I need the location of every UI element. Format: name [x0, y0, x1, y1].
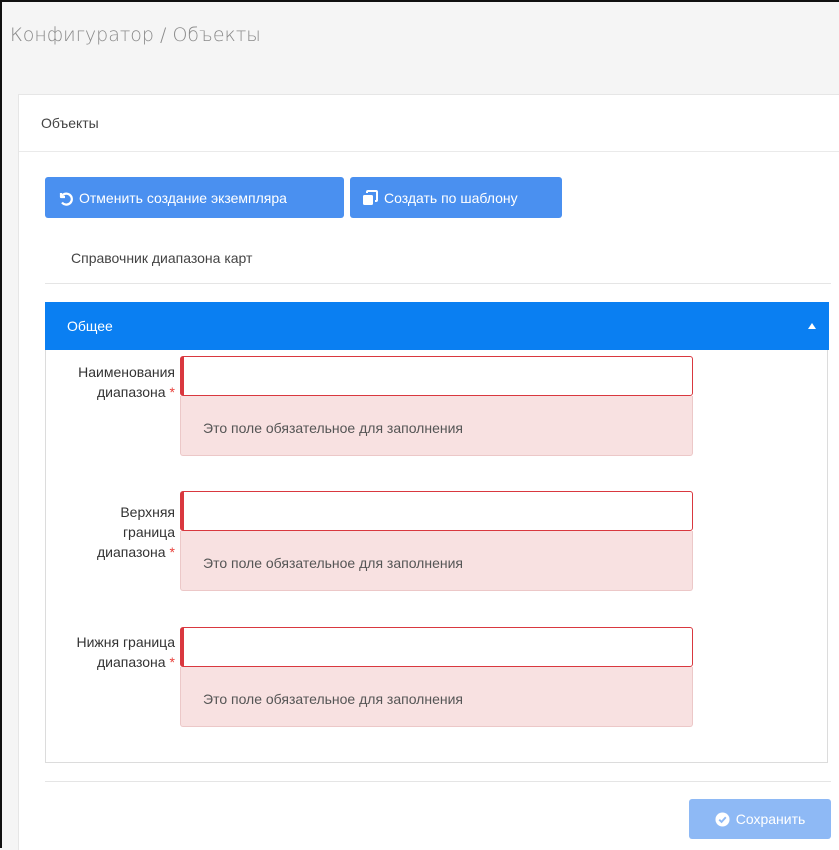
upper-bound-error: Это поле обязательное для заполнения: [180, 531, 693, 591]
lower-bound-input[interactable]: [180, 627, 693, 667]
lower-bound-label: Нижня граница диапазона *: [45, 632, 175, 672]
save-button[interactable]: Сохранить: [689, 799, 831, 839]
create-from-template-label: Создать по шаблону: [384, 189, 518, 206]
copy-icon: [363, 189, 378, 205]
section-title: Общее: [67, 318, 113, 334]
check-circle-icon: [715, 811, 730, 827]
label-line: Верхняя: [120, 504, 175, 520]
upper-bound-label: Верхняя граница диапазона *: [45, 502, 175, 562]
label-line: диапазона: [96, 384, 166, 400]
label-line: Наименования: [78, 364, 175, 380]
required-mark: *: [169, 544, 175, 560]
objects-card: Объекты Отменить создание экземпляра Соз…: [18, 94, 839, 850]
range-name-label: Наименования диапазона *: [45, 362, 175, 402]
triangle-up-icon[interactable]: [807, 322, 817, 330]
create-from-template-button[interactable]: Создать по шаблону: [350, 177, 562, 218]
label-line: диапазона: [96, 654, 166, 670]
cancel-instance-button[interactable]: Отменить создание экземпляра: [45, 177, 344, 218]
range-name-error: Это поле обязательное для заполнения: [180, 396, 693, 456]
object-type-title: Справочник диапазона карт: [71, 250, 253, 266]
range-name-input[interactable]: [180, 356, 693, 396]
card-title: Объекты: [19, 95, 839, 152]
divider: [45, 283, 831, 284]
required-mark: *: [169, 384, 175, 400]
general-section: Общее Наименования диапазона * Это поле о…: [45, 302, 829, 763]
lower-bound-error: Это поле обязательное для заполнения: [180, 667, 693, 727]
label-line: Нижня граница: [76, 634, 175, 650]
undo-icon: [59, 192, 73, 206]
label-line: диапазона: [96, 544, 166, 560]
section-header-general[interactable]: Общее: [45, 302, 829, 350]
cancel-instance-label: Отменить создание экземпляра: [79, 189, 287, 206]
save-label: Сохранить: [735, 811, 806, 827]
divider: [45, 781, 831, 782]
required-mark: *: [169, 654, 175, 670]
label-line: граница: [122, 524, 175, 540]
upper-bound-input[interactable]: [180, 491, 693, 531]
breadcrumb: Конфигуратор / Объекты: [10, 24, 261, 46]
